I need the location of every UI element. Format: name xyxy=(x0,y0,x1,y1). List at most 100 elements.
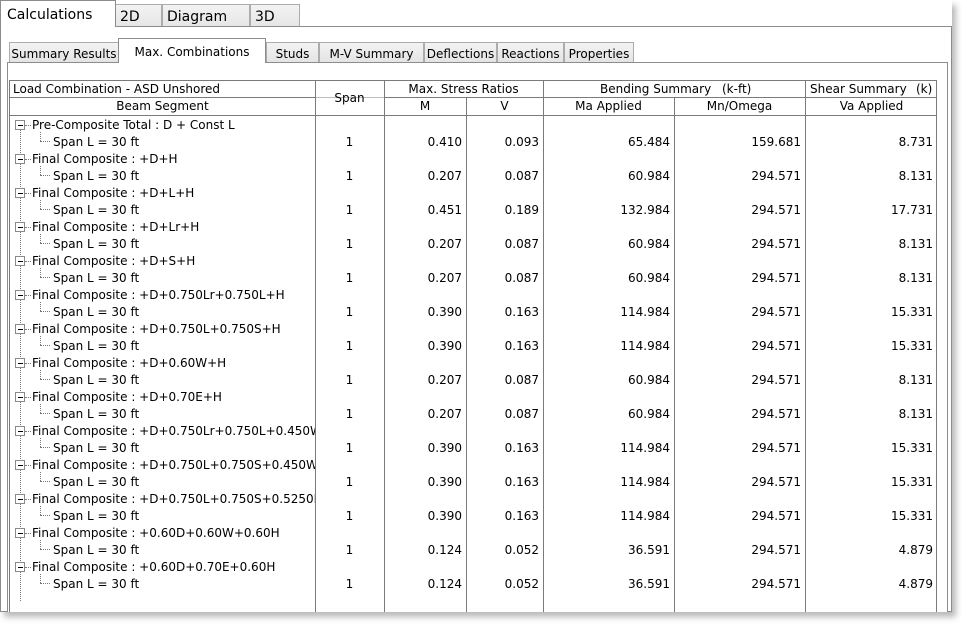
tree-connector xyxy=(40,200,41,209)
m-ratio-value: 0.390 xyxy=(427,509,462,523)
load-combination-label[interactable]: Final Composite : +D+0.750Lr+0.750L+0.45… xyxy=(32,424,315,439)
va-applied-value: 15.331 xyxy=(891,475,933,489)
beam-segment-label[interactable]: Span L = 30 ft xyxy=(53,271,139,286)
beam-segment-label[interactable]: Span L = 30 ft xyxy=(53,441,139,456)
load-combination-label[interactable]: Final Composite : +D+H xyxy=(32,152,315,167)
va-applied-value: 15.331 xyxy=(891,305,933,319)
tree-connector xyxy=(40,302,41,311)
tree-connector xyxy=(25,567,31,568)
mn-omega-value: 294.571 xyxy=(751,509,801,523)
beam-segment-label[interactable]: Span L = 30 ft xyxy=(53,373,139,388)
tree-connector xyxy=(40,311,50,312)
load-combination-label[interactable]: Final Composite : +D+0.750Lr+0.750L+H xyxy=(32,288,315,303)
m-ratio-value: 0.207 xyxy=(427,271,462,285)
tree-connector xyxy=(40,447,50,448)
v-ratio-value: 0.093 xyxy=(504,135,539,149)
load-combination-label[interactable]: Final Composite : +D+S+H xyxy=(32,254,315,269)
load-combination-label[interactable]: Final Composite : +0.60D+0.60W+0.60H xyxy=(32,526,315,541)
ma-applied-value: 114.984 xyxy=(620,441,670,455)
tree-connector xyxy=(40,379,50,380)
tab-mv-summary[interactable]: M-V Summary xyxy=(319,42,424,62)
collapse-toggle[interactable] xyxy=(15,494,25,504)
tree-connector xyxy=(40,175,50,176)
tree-connector xyxy=(40,268,41,277)
va-applied-value: 4.879 xyxy=(898,543,933,557)
mn-omega-value: 294.571 xyxy=(751,543,801,557)
collapse-toggle[interactable] xyxy=(15,256,25,266)
collapse-toggle[interactable] xyxy=(15,358,25,368)
tree-connector xyxy=(20,572,21,601)
beam-segment-label[interactable]: Span L = 30 ft xyxy=(53,237,139,252)
mn-omega-value: 159.681 xyxy=(751,135,801,149)
tree-connector xyxy=(25,397,31,398)
header-m: M xyxy=(419,99,431,113)
beam-segment-label[interactable]: Span L = 30 ft xyxy=(53,135,139,150)
beam-segment-label[interactable]: Span L = 30 ft xyxy=(53,203,139,218)
tree-connector xyxy=(25,431,31,432)
span-value: 1 xyxy=(345,373,354,387)
v-ratio-value: 0.087 xyxy=(504,271,539,285)
collapse-toggle[interactable] xyxy=(15,120,25,130)
tab-studs[interactable]: Studs xyxy=(266,42,319,62)
tab-3d[interactable]: 3D xyxy=(250,4,300,26)
header-v: V xyxy=(500,99,509,113)
tree-connector xyxy=(40,336,41,345)
ma-applied-value: 60.984 xyxy=(628,407,670,421)
load-combination-label[interactable]: Final Composite : +D+0.750L+0.750S+0.525… xyxy=(32,492,315,507)
tab-reactions[interactable]: Reactions xyxy=(497,42,564,62)
beam-segment-label[interactable]: Span L = 30 ft xyxy=(53,305,139,320)
tree-connector xyxy=(25,159,31,160)
load-combination-label[interactable]: Final Composite : +D+0.750L+0.750S+H xyxy=(32,322,315,337)
collapse-toggle[interactable] xyxy=(15,392,25,402)
collapse-toggle[interactable] xyxy=(15,188,25,198)
collapse-toggle[interactable] xyxy=(15,460,25,470)
ma-applied-value: 36.591 xyxy=(628,577,670,591)
span-value: 1 xyxy=(345,237,354,251)
header-bending-summary: Bending Summary xyxy=(600,82,712,96)
tab-max-combinations[interactable]: Max. Combinations xyxy=(118,38,266,63)
v-ratio-value: 0.163 xyxy=(504,441,539,455)
tree-connector xyxy=(40,515,50,516)
ma-applied-value: 132.984 xyxy=(620,203,670,217)
ma-applied-value: 36.591 xyxy=(628,543,670,557)
tab-deflections[interactable]: Deflections xyxy=(424,42,497,62)
tree-connector xyxy=(40,481,50,482)
beam-segment-label[interactable]: Span L = 30 ft xyxy=(53,509,139,524)
load-combination-label[interactable]: Final Composite : +D+Lr+H xyxy=(32,220,315,235)
beam-segment-label[interactable]: Span L = 30 ft xyxy=(53,577,139,592)
collapse-toggle[interactable] xyxy=(15,324,25,334)
beam-segment-label[interactable]: Span L = 30 ft xyxy=(53,407,139,422)
tree-connector xyxy=(40,345,50,346)
tab-calculations[interactable]: Calculations xyxy=(0,0,116,27)
collapse-toggle[interactable] xyxy=(15,426,25,436)
beam-segment-label[interactable]: Span L = 30 ft xyxy=(53,543,139,558)
collapse-toggle[interactable] xyxy=(15,154,25,164)
collapse-toggle[interactable] xyxy=(15,222,25,232)
tree-connector xyxy=(40,438,41,447)
tab-summary-results[interactable]: Summary Results xyxy=(9,42,119,62)
beam-segment-label[interactable]: Span L = 30 ft xyxy=(53,475,139,490)
span-value: 1 xyxy=(345,305,354,319)
load-combination-label[interactable]: Final Composite : +D+0.750L+0.750S+0.450… xyxy=(32,458,315,473)
max-combinations-grid: Load Combination - ASD Unshored Beam Seg… xyxy=(9,80,937,612)
va-applied-value: 15.331 xyxy=(891,441,933,455)
va-applied-value: 8.131 xyxy=(898,237,933,251)
tab-properties[interactable]: Properties xyxy=(564,42,634,62)
load-combination-label[interactable]: Final Composite : +D+0.70E+H xyxy=(32,390,315,405)
tab-diagram[interactable]: Diagram xyxy=(162,4,250,26)
beam-segment-label[interactable]: Span L = 30 ft xyxy=(53,339,139,354)
load-combination-label[interactable]: Final Composite : +D+L+H xyxy=(32,186,315,201)
load-combination-label[interactable]: Final Composite : +0.60D+0.70E+0.60H xyxy=(32,560,315,575)
tree-connector xyxy=(40,166,41,175)
load-combination-label[interactable]: Final Composite : +D+0.60W+H xyxy=(32,356,315,371)
collapse-toggle[interactable] xyxy=(15,290,25,300)
tab-2d[interactable]: 2D xyxy=(115,4,162,26)
collapse-toggle[interactable] xyxy=(15,528,25,538)
tree-connector xyxy=(25,227,31,228)
tree-connector xyxy=(40,132,41,141)
mn-omega-value: 294.571 xyxy=(751,373,801,387)
beam-segment-label[interactable]: Span L = 30 ft xyxy=(53,169,139,184)
collapse-toggle[interactable] xyxy=(15,562,25,572)
va-applied-value: 8.131 xyxy=(898,169,933,183)
load-combination-label[interactable]: Pre-Composite Total : D + Const L xyxy=(32,118,315,133)
